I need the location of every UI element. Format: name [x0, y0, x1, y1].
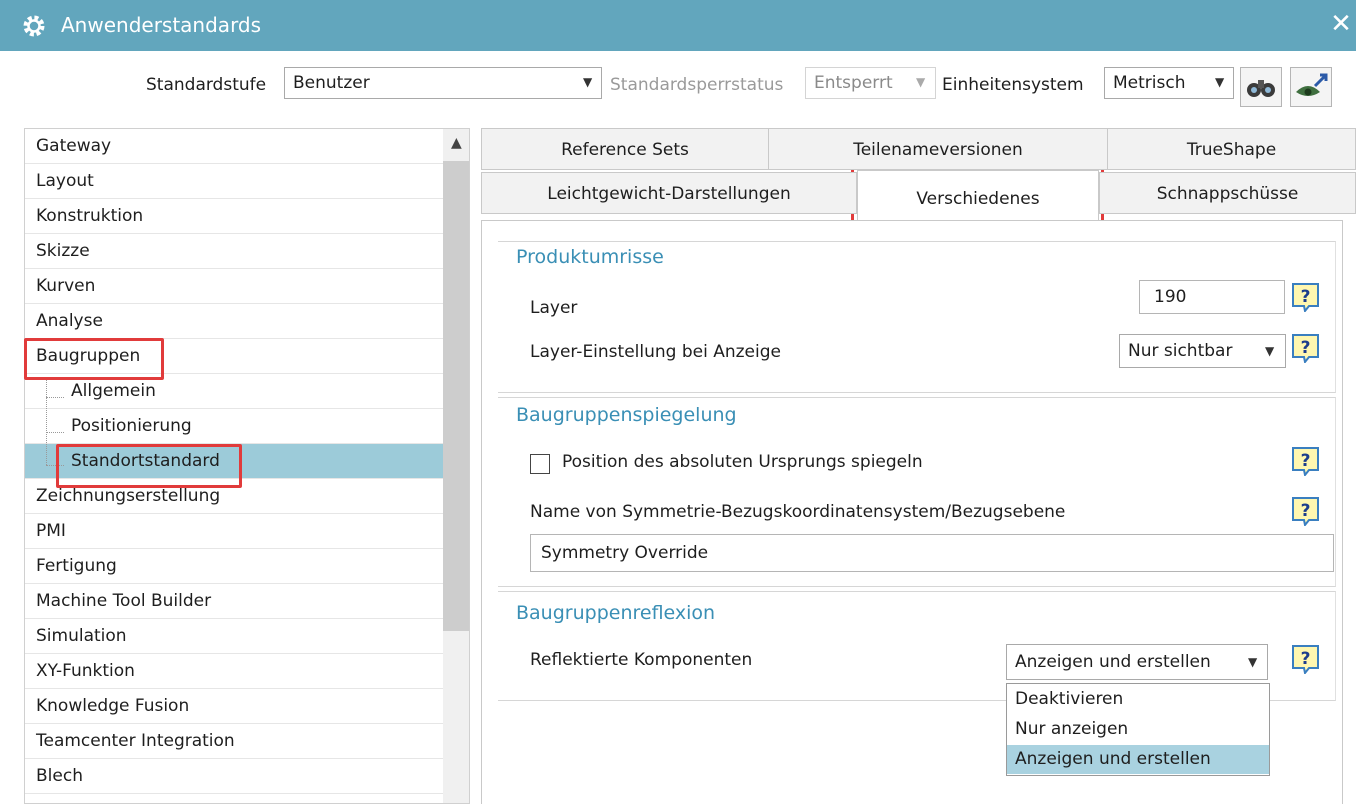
option-deaktivieren[interactable]: Deaktivieren: [1007, 685, 1269, 714]
highlight-box: [56, 444, 242, 488]
tree-scrollbar[interactable]: ▲: [443, 129, 469, 803]
option-anzeigen-und-erstellen[interactable]: Anzeigen und erstellen: [1007, 745, 1269, 774]
group-title: Produktumrisse: [516, 246, 664, 268]
tree-item-blech[interactable]: Blech: [25, 759, 443, 794]
scrollbar-thumb[interactable]: [443, 161, 469, 631]
mirror-origin-checkbox[interactable]: [530, 454, 550, 474]
tree-item-xy-funktion[interactable]: XY-Funktion: [25, 654, 443, 689]
tree-item-pmi[interactable]: PMI: [25, 514, 443, 549]
lock-status-label: Standardsperrstatus: [610, 75, 784, 95]
tab-teilenameversionen[interactable]: Teilenameversionen: [768, 128, 1108, 170]
title-bar: Anwenderstandards ✕: [0, 0, 1356, 51]
highlight-box: [24, 338, 164, 380]
layer-setting-label: Layer-Einstellung bei Anzeige: [530, 342, 781, 362]
chevron-down-icon: ▼: [583, 75, 593, 89]
chevron-down-icon: ▼: [916, 75, 926, 89]
tree-connector: [46, 377, 47, 465]
chevron-down-icon: ▼: [1265, 344, 1275, 358]
svg-text:?: ?: [1301, 338, 1311, 358]
svg-text:?: ?: [1301, 649, 1311, 669]
chevron-up-icon[interactable]: ▲: [451, 135, 462, 151]
gear-icon: [23, 15, 45, 37]
group-baugruppenspiegelung: Baugruppenspiegelung Position des absolu…: [498, 397, 1336, 587]
show-button[interactable]: [1290, 67, 1332, 107]
tree-connector: [46, 432, 64, 433]
tree-item-teamcenter-integration[interactable]: Teamcenter Integration: [25, 724, 443, 759]
svg-text:?: ?: [1301, 451, 1311, 471]
option-nur-anzeigen[interactable]: Nur anzeigen: [1007, 715, 1269, 744]
lock-status-value: Entsperrt: [814, 73, 893, 93]
layer-setting-value: Nur sichtbar: [1128, 341, 1233, 361]
help-icon[interactable]: ?: [1291, 644, 1320, 674]
tree-item-skizze[interactable]: Skizze: [25, 234, 443, 269]
find-button[interactable]: [1240, 67, 1282, 107]
help-icon[interactable]: ?: [1291, 446, 1320, 476]
tree-item-machine-tool-builder[interactable]: Machine Tool Builder: [25, 584, 443, 619]
tab-schnappschuesse[interactable]: Schnappschüsse: [1099, 172, 1356, 214]
tree-item-knowledge-fusion[interactable]: Knowledge Fusion: [25, 689, 443, 724]
group-title: Baugruppenspiegelung: [516, 404, 737, 426]
tab-verschiedenes[interactable]: Verschiedenes: [857, 170, 1099, 220]
tree-item-simulation[interactable]: Simulation: [25, 619, 443, 654]
tree-item-analyse[interactable]: Analyse: [25, 304, 443, 339]
reflected-components-select[interactable]: Anzeigen und erstellen ▼: [1006, 644, 1268, 680]
chevron-down-icon: ▼: [1248, 655, 1258, 669]
tree-item-konstruktion[interactable]: Konstruktion: [25, 199, 443, 234]
standard-level-value: Benutzer: [293, 73, 370, 93]
group-title: Baugruppenreflexion: [516, 602, 716, 624]
units-value: Metrisch: [1113, 73, 1186, 93]
lock-status-select: Entsperrt ▼: [805, 67, 936, 99]
reflected-components-label: Reflektierte Komponenten: [530, 650, 753, 670]
symmetry-name-label: Name von Symmetrie-Bezugskoordinatensyst…: [530, 502, 1066, 522]
binoculars-icon: [1247, 80, 1275, 97]
units-select[interactable]: Metrisch ▼: [1104, 67, 1234, 99]
mirror-origin-label: Position des absoluten Ursprungs spiegel…: [562, 452, 923, 472]
window-title: Anwenderstandards: [61, 13, 262, 37]
tree-item-layout[interactable]: Layout: [25, 164, 443, 199]
chevron-down-icon: ▼: [1215, 75, 1225, 89]
tab-leichtgewicht-darstellungen[interactable]: Leichtgewicht-Darstellungen: [481, 172, 857, 214]
layer-label: Layer: [530, 298, 578, 318]
close-icon[interactable]: ✕: [1328, 9, 1354, 39]
help-icon[interactable]: ?: [1291, 282, 1320, 312]
reflected-components-dropdown: Deaktivieren Nur anzeigen Anzeigen und e…: [1006, 683, 1270, 776]
layer-setting-select[interactable]: Nur sichtbar ▼: [1119, 334, 1286, 368]
standard-level-select[interactable]: Benutzer ▼: [284, 67, 602, 99]
tree-item-kurven[interactable]: Kurven: [25, 269, 443, 304]
toolbar: Standardstufe Benutzer ▼ Standardsperrst…: [0, 51, 1356, 127]
help-icon[interactable]: ?: [1291, 333, 1320, 363]
reflected-components-value: Anzeigen und erstellen: [1015, 652, 1211, 672]
tree-item-fertigung[interactable]: Fertigung: [25, 549, 443, 584]
group-produktumrisse: Produktumrisse Layer 190 ? Layer-Einstel…: [498, 241, 1336, 393]
tree-item-gateway[interactable]: Gateway: [25, 129, 443, 164]
tab-reference-sets[interactable]: Reference Sets: [481, 128, 769, 170]
help-icon[interactable]: ?: [1291, 496, 1320, 526]
eye-arrow-icon: [1296, 73, 1328, 96]
units-label: Einheitensystem: [942, 75, 1084, 95]
svg-text:?: ?: [1301, 501, 1311, 521]
svg-text:?: ?: [1301, 287, 1311, 307]
tree-connector: [46, 397, 64, 398]
tree-item-positionierung[interactable]: Positionierung: [25, 409, 443, 444]
standard-level-label: Standardstufe: [146, 75, 267, 95]
symmetry-name-input[interactable]: Symmetry Override: [530, 534, 1334, 572]
layer-input[interactable]: 190: [1139, 280, 1285, 314]
tab-trueshape[interactable]: TrueShape: [1107, 128, 1356, 170]
